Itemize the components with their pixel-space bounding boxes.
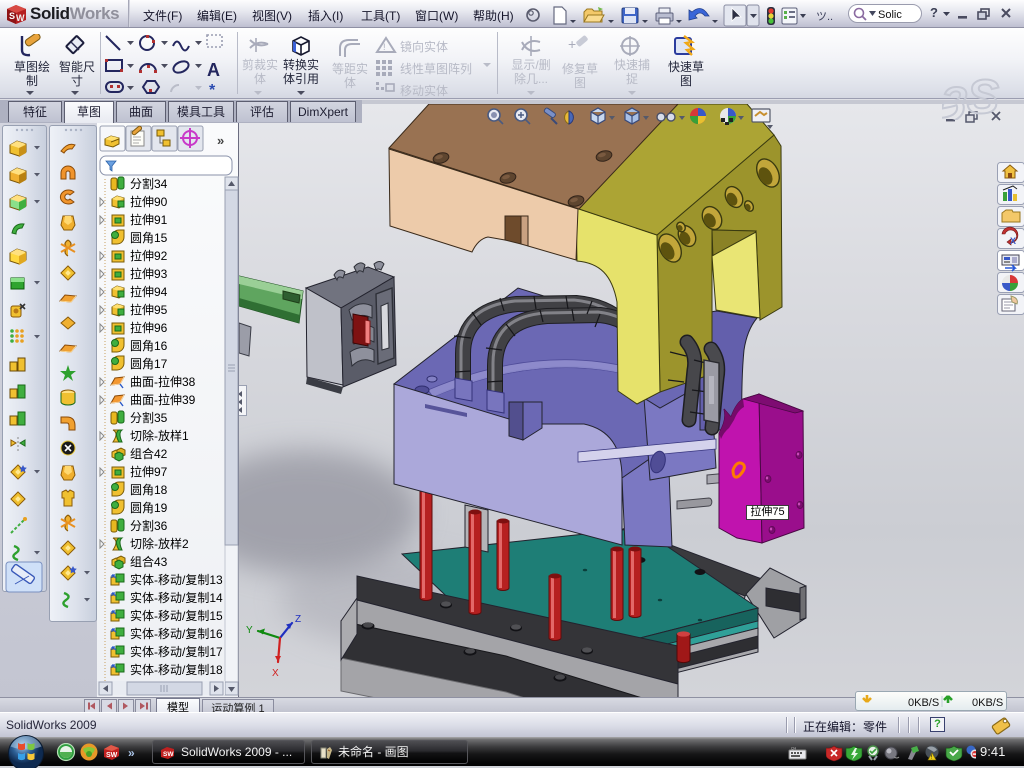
svg-text:实体-移动/复制14: 实体-移动/复制14 (130, 590, 223, 605)
svg-text:组合43: 组合43 (130, 554, 168, 569)
svg-text:分割36: 分割36 (130, 518, 168, 533)
svg-text:分割35: 分割35 (130, 410, 168, 425)
svg-text:拉伸94: 拉伸94 (130, 284, 168, 299)
svg-text:Z: Z (295, 614, 301, 625)
svg-text:圆角15: 圆角15 (130, 231, 168, 245)
svg-text:圆角17: 圆角17 (130, 357, 168, 371)
svg-text:切除-放样2: 切除-放样2 (130, 536, 189, 551)
svg-text:拉伸90: 拉伸90 (130, 194, 168, 209)
svg-text:A: A (207, 60, 220, 80)
svg-text:X: X (272, 668, 279, 679)
svg-text:S: S (9, 11, 15, 21)
svg-text:CH: CH (791, 747, 797, 751)
svg-text:拉伸91: 拉伸91 (130, 212, 168, 227)
svg-text:实体-移动/复制15: 实体-移动/复制15 (130, 608, 223, 623)
svg-text:圆角16: 圆角16 (130, 339, 168, 353)
svg-text:拉伸93: 拉伸93 (130, 266, 168, 281)
svg-text:分割34: 分割34 (130, 176, 168, 191)
svg-text:实体-移动/复制18: 实体-移动/复制18 (130, 662, 223, 677)
svg-text:切除-放样1: 切除-放样1 (130, 428, 189, 443)
svg-text:拉伸97: 拉伸97 (130, 464, 168, 479)
svg-text:实体-移动/复制16: 实体-移动/复制16 (130, 626, 223, 641)
svg-text:!: ! (383, 42, 386, 52)
svg-text:SW: SW (106, 752, 118, 759)
svg-text:ツ..: ツ.. (816, 11, 833, 23)
svg-text:W: W (16, 13, 25, 23)
svg-text:X: X (1010, 236, 1016, 246)
svg-text:拉伸96: 拉伸96 (130, 320, 168, 335)
svg-text:Solic: Solic (878, 9, 902, 21)
svg-text:拉伸92: 拉伸92 (130, 248, 168, 263)
svg-text:圆角19: 圆角19 (130, 501, 168, 515)
svg-text:+: + (568, 36, 576, 52)
svg-text:拉伸95: 拉伸95 (130, 302, 168, 317)
svg-text:SW: SW (163, 751, 174, 758)
svg-text:圆角18: 圆角18 (130, 483, 168, 497)
svg-text:ȝS: ȝS (942, 71, 999, 120)
svg-text:0KB/S: 0KB/S (972, 697, 1003, 709)
svg-text:»: » (217, 133, 224, 148)
svg-text:»: » (128, 746, 135, 760)
svg-text:Y: Y (246, 625, 253, 636)
svg-text:曲面-拉伸39: 曲面-拉伸39 (130, 392, 196, 407)
svg-text:*: * (209, 82, 216, 96)
svg-text:实体-移动/复制13: 实体-移动/复制13 (130, 572, 223, 587)
svg-text:曲面-拉伸38: 曲面-拉伸38 (130, 374, 196, 389)
svg-text:0KB/S: 0KB/S (908, 697, 939, 709)
svg-text:实体-移动/复制17: 实体-移动/复制17 (130, 644, 223, 659)
svg-text:组合42: 组合42 (130, 446, 168, 461)
